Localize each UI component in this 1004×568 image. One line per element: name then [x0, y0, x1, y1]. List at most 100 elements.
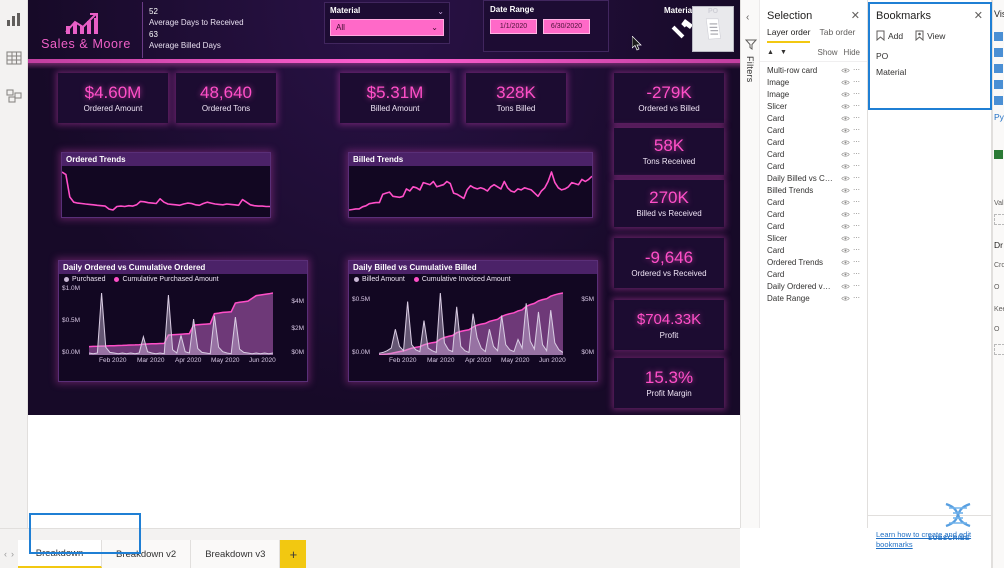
rail-item-model-view[interactable]: [2, 84, 26, 108]
more-options-icon[interactable]: ⋯: [853, 186, 860, 194]
viz-icon-custom[interactable]: [994, 150, 1003, 159]
kpi-card-billed-vs-received[interactable]: 270K Billed vs Received: [614, 180, 724, 227]
tab-tab-order[interactable]: Tab order: [819, 27, 855, 43]
multi-row-card[interactable]: 52 Average Days to Received 63 Average B…: [142, 2, 290, 58]
selection-layer-row[interactable]: Card ⋯: [760, 196, 867, 208]
arrow-down-icon[interactable]: ▼: [780, 49, 787, 56]
selection-layer-row[interactable]: Slicer ⋯: [760, 100, 867, 112]
chevron-right-icon[interactable]: ›: [11, 549, 14, 559]
viz-icon-map[interactable]: [994, 80, 1003, 89]
eye-icon[interactable]: [841, 139, 850, 146]
eye-icon[interactable]: [841, 223, 850, 230]
selection-layer-row[interactable]: Card ⋯: [760, 160, 867, 172]
selection-layer-row[interactable]: Card ⋯: [760, 136, 867, 148]
rail-item-data-view[interactable]: [2, 46, 26, 70]
more-options-icon[interactable]: ⋯: [853, 246, 860, 254]
chart-ordered-trends[interactable]: Ordered Trends: [61, 152, 271, 218]
selection-layer-row[interactable]: Card ⋯: [760, 244, 867, 256]
more-options-icon[interactable]: ⋯: [853, 210, 860, 218]
selection-layer-row[interactable]: Card ⋯: [760, 124, 867, 136]
eye-icon[interactable]: [841, 283, 850, 290]
eye-icon[interactable]: [841, 115, 850, 122]
add-field-dropzone[interactable]: [994, 214, 1004, 225]
more-options-icon[interactable]: ⋯: [853, 234, 860, 242]
more-options-icon[interactable]: ⋯: [853, 162, 860, 170]
eye-icon[interactable]: [841, 79, 850, 86]
eye-icon[interactable]: [841, 67, 850, 74]
view-bookmark-button[interactable]: View: [915, 30, 945, 41]
keep-filters-off[interactable]: O: [994, 326, 999, 333]
kpi-card-tons-billed[interactable]: 328K Tons Billed: [466, 73, 566, 123]
more-options-icon[interactable]: ⋯: [853, 222, 860, 230]
viz-icon-line[interactable]: [994, 48, 1003, 57]
kpi-card-profit[interactable]: $704.33K Profit: [614, 300, 724, 350]
python-visual-label[interactable]: Py: [994, 112, 1004, 122]
arrow-up-icon[interactable]: ▲: [767, 49, 774, 56]
page-tab-breakdown[interactable]: Breakdown: [18, 540, 102, 568]
more-options-icon[interactable]: ⋯: [853, 174, 860, 182]
selection-layer-row[interactable]: Card ⋯: [760, 112, 867, 124]
material-slicer-dropdown[interactable]: All ⌄: [330, 19, 444, 36]
po-image-button[interactable]: PO: [692, 6, 734, 52]
eye-icon[interactable]: [841, 187, 850, 194]
more-options-icon[interactable]: ⋯: [853, 126, 860, 134]
eye-icon[interactable]: [841, 151, 850, 158]
viz-icon-table[interactable]: [994, 96, 1003, 105]
bookmark-item[interactable]: PO: [876, 48, 983, 64]
eye-icon[interactable]: [841, 199, 850, 206]
selection-layer-row[interactable]: Card ⋯: [760, 148, 867, 160]
more-options-icon[interactable]: ⋯: [853, 78, 860, 86]
eye-icon[interactable]: [841, 235, 850, 242]
close-icon[interactable]: ✕: [974, 9, 983, 22]
chart-daily-ordered-vs-cumulative[interactable]: Daily Ordered vs Cumulative Ordered Purc…: [58, 260, 308, 382]
more-options-icon[interactable]: ⋯: [853, 150, 860, 158]
selection-layer-row[interactable]: Ordered Trends ⋯: [760, 256, 867, 268]
more-options-icon[interactable]: ⋯: [853, 258, 860, 266]
more-options-icon[interactable]: ⋯: [853, 138, 860, 146]
tab-layer-order[interactable]: Layer order: [767, 27, 811, 43]
eye-icon[interactable]: [841, 91, 850, 98]
more-options-icon[interactable]: ⋯: [853, 66, 860, 74]
selection-layer-row[interactable]: Card ⋯: [760, 208, 867, 220]
chevron-down-icon[interactable]: ⌄: [437, 7, 444, 16]
material-slicer[interactable]: Material ⌄ All ⌄: [324, 2, 450, 44]
selection-layer-row[interactable]: Card ⋯: [760, 220, 867, 232]
eye-icon[interactable]: [841, 259, 850, 266]
close-icon[interactable]: ✕: [851, 9, 860, 22]
filters-pane-collapsed[interactable]: ‹ Filters: [740, 0, 760, 528]
chart-daily-billed-vs-cumulative[interactable]: Daily Billed vs Cumulative Billed Billed…: [348, 260, 598, 382]
selection-layer-row[interactable]: Slicer ⋯: [760, 232, 867, 244]
selection-layer-row[interactable]: Image ⋯: [760, 76, 867, 88]
eye-icon[interactable]: [841, 271, 850, 278]
more-options-icon[interactable]: ⋯: [853, 102, 860, 110]
more-options-icon[interactable]: ⋯: [853, 270, 860, 278]
eye-icon[interactable]: [841, 247, 850, 254]
cross-report-off[interactable]: O: [994, 284, 999, 291]
more-options-icon[interactable]: ⋯: [853, 90, 860, 98]
viz-icon-stacked-bar[interactable]: [994, 32, 1003, 41]
kpi-card-ordered-amount[interactable]: $4.60M Ordered Amount: [58, 73, 168, 123]
kpi-card-ordered-vs-received[interactable]: -9,646 Ordered vs Received: [614, 238, 724, 288]
add-drillthrough-dropzone[interactable]: [994, 344, 1004, 355]
date-range-slicer[interactable]: Date Range 1/1/2020 6/30/2020: [483, 0, 609, 52]
page-tab-breakdown-v3[interactable]: Breakdown v3: [191, 540, 281, 568]
page-tab-breakdown-v2[interactable]: Breakdown v2: [102, 540, 192, 568]
chevron-left-icon[interactable]: ‹: [746, 12, 749, 23]
selection-layer-row[interactable]: Billed Trends ⋯: [760, 184, 867, 196]
kpi-card-billed-amount[interactable]: $5.31M Billed Amount: [340, 73, 450, 123]
selection-layer-row[interactable]: Daily Billed vs Cumul... ⋯: [760, 172, 867, 184]
more-options-icon[interactable]: ⋯: [853, 114, 860, 122]
eye-icon[interactable]: [841, 163, 850, 170]
eye-icon[interactable]: [841, 103, 850, 110]
rail-item-report-view[interactable]: [2, 8, 26, 32]
add-bookmark-button[interactable]: Add: [876, 30, 903, 41]
more-options-icon[interactable]: ⋯: [853, 282, 860, 290]
kpi-card-ordered-tons[interactable]: 48,640 Ordered Tons: [176, 73, 276, 123]
bookmark-item[interactable]: Material: [876, 64, 983, 80]
date-start-input[interactable]: 1/1/2020: [490, 19, 537, 34]
eye-icon[interactable]: [841, 175, 850, 182]
selection-layer-row[interactable]: Multi-row card ⋯: [760, 64, 867, 76]
more-options-icon[interactable]: ⋯: [853, 294, 860, 302]
selection-layer-row[interactable]: Image ⋯: [760, 88, 867, 100]
chart-billed-trends[interactable]: Billed Trends: [348, 152, 593, 218]
